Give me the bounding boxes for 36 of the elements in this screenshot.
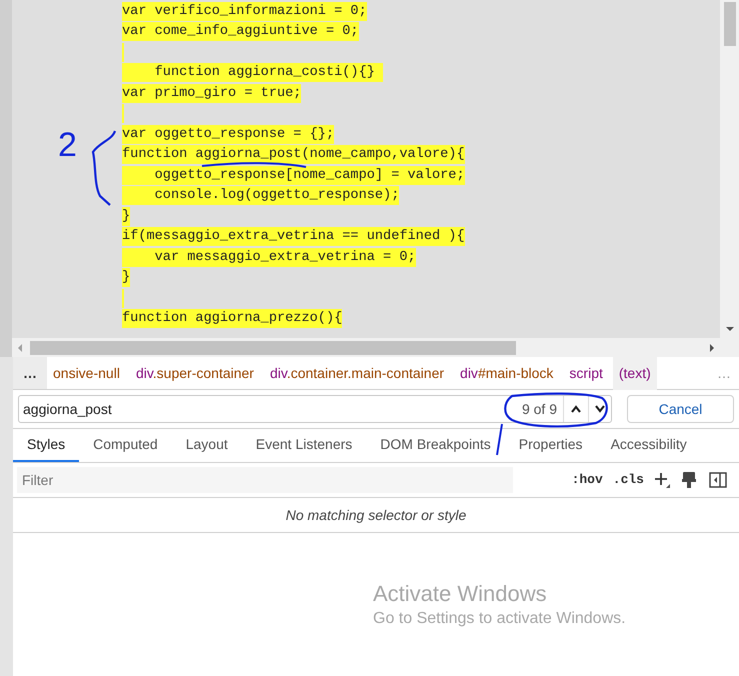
- class-button[interactable]: .cls: [608, 470, 649, 490]
- cancel-button[interactable]: Cancel: [627, 395, 734, 423]
- stroke-mark: [496, 424, 503, 456]
- down-arrow-icon[interactable]: [724, 325, 734, 333]
- breadcrumb-item[interactable]: div#main-block: [454, 356, 560, 390]
- panel-tab[interactable]: Computed: [79, 429, 172, 462]
- scrollbar-thumb[interactable]: [724, 2, 736, 46]
- plus-icon[interactable]: [653, 471, 671, 489]
- activation-subtitle: Go to Settings to activate Windows.: [373, 609, 626, 629]
- panel-tab[interactable]: Layout: [172, 429, 242, 462]
- paint-brush-icon[interactable]: [681, 471, 697, 489]
- right-arrow-icon[interactable]: [708, 342, 716, 352]
- horizontal-scrollbar[interactable]: [12, 338, 720, 357]
- panel-tab[interactable]: DOM Breakpoints: [366, 429, 505, 462]
- match-count: 9 of 9: [520, 400, 558, 418]
- panel-tab[interactable]: Event Listeners: [242, 429, 366, 462]
- handwritten-number: 2: [58, 127, 77, 163]
- empty-message: No matching selector or style: [286, 506, 466, 525]
- panel-tab[interactable]: Properties: [504, 429, 597, 462]
- panel-tab[interactable]: Accessibility: [596, 429, 701, 462]
- vertical-scrollbar[interactable]: [720, 0, 739, 357]
- search-field[interactable]: aggiorna_post: [23, 398, 516, 420]
- search-box[interactable]: aggiorna_post 9 of 9: [18, 395, 612, 423]
- activation-title: Activate Windows: [373, 580, 548, 608]
- breadcrumb-item[interactable]: div.container.main-container: [264, 356, 450, 390]
- filter-field[interactable]: Filter: [17, 467, 513, 493]
- breadcrumb-item[interactable]: script: [563, 356, 609, 390]
- sidebar-toggle-icon[interactable]: [709, 472, 727, 488]
- chevron-up-icon: [570, 405, 582, 413]
- breadcrumb-more-button[interactable]: …: [13, 357, 47, 389]
- breadcrumb-item[interactable]: div.super-container: [130, 356, 260, 390]
- panel-tab[interactable]: Styles: [13, 429, 80, 462]
- chevron-down-icon: [594, 405, 606, 413]
- hover-state-button[interactable]: :hov: [566, 470, 608, 490]
- breadcrumb-item[interactable]: (text): [612, 356, 657, 390]
- breadcrumb-item[interactable]: onsive-null: [47, 356, 126, 390]
